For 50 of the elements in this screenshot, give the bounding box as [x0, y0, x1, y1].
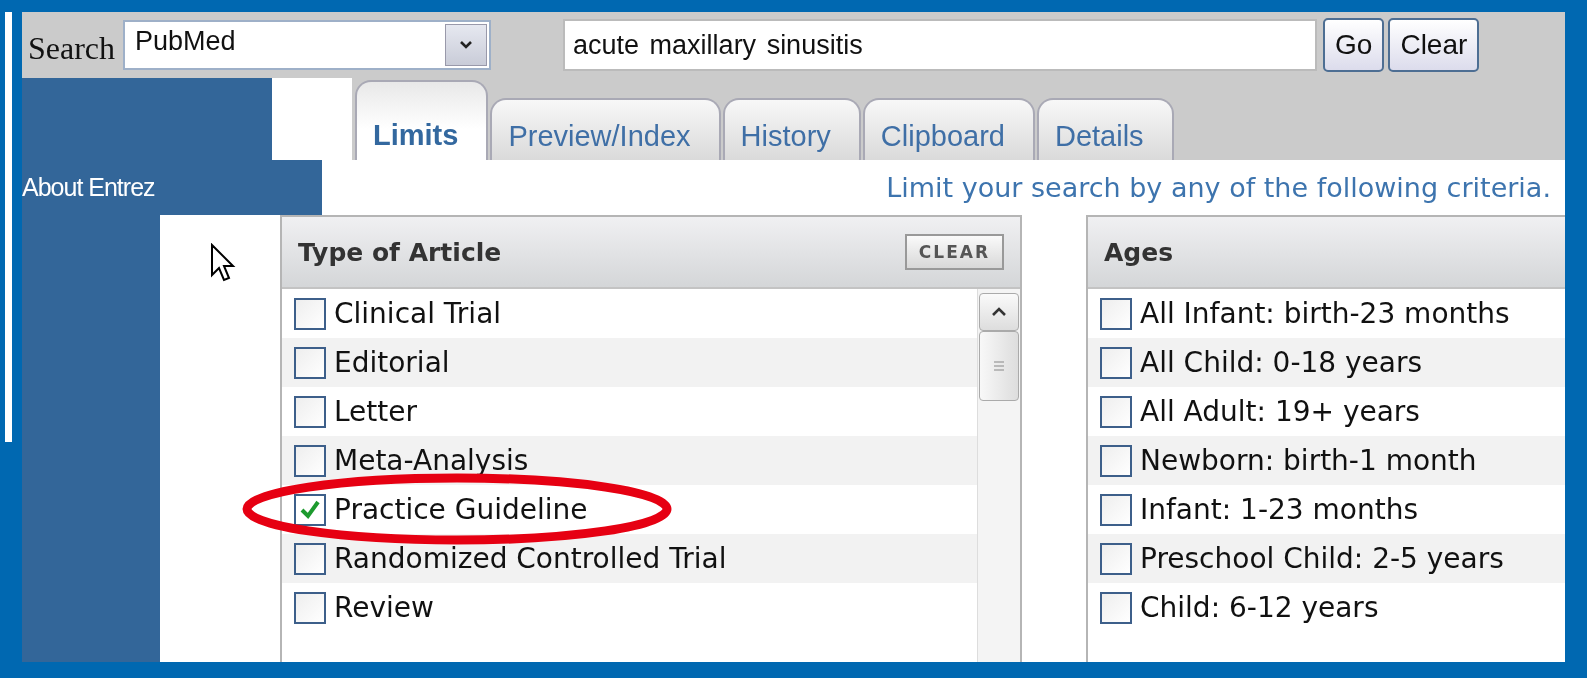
scrollbar[interactable] — [977, 289, 1020, 662]
tab[interactable]: Details — [1036, 98, 1174, 160]
checkbox[interactable] — [1100, 395, 1132, 428]
checkbox[interactable] — [294, 542, 326, 575]
checkbox[interactable] — [1100, 346, 1132, 379]
option-label: Preschool Child: 2-5 years — [1140, 542, 1504, 575]
database-dropdown[interactable]: PubMed — [123, 20, 492, 70]
chevron-down-icon — [459, 40, 474, 50]
option-label: All Adult: 19+ years — [1140, 395, 1420, 428]
option-label: Child: 6-12 years — [1140, 591, 1379, 624]
option-label: Meta-Analysis — [334, 444, 529, 477]
option-label: Practice Guideline — [334, 493, 588, 526]
clear-button[interactable]: CLEAR — [904, 234, 1004, 270]
hint-text: Limit your search by any of the following criteria. — [886, 172, 1551, 203]
option-label: Clinical Trial — [334, 297, 502, 330]
scroll-thumb[interactable] — [979, 331, 1019, 401]
search-field[interactable]: acute maxillary sinusitis — [563, 19, 1318, 71]
option-label: Review — [334, 591, 434, 624]
checkbox[interactable] — [1100, 542, 1132, 575]
search-button[interactable]: Clear — [1388, 18, 1480, 72]
checkbox[interactable] — [294, 493, 326, 526]
checkbox[interactable] — [294, 444, 326, 477]
tab[interactable]: Clipboard — [862, 98, 1035, 160]
option-label: All Child: 0-18 years — [1140, 346, 1423, 379]
tab[interactable]: Preview/Index — [490, 98, 721, 160]
chevron-up-icon — [991, 307, 1007, 317]
option-label: Infant: 1-23 months — [1140, 493, 1418, 526]
checkbox[interactable] — [1100, 444, 1132, 477]
tab[interactable]: Limits — [355, 80, 489, 160]
checkbox[interactable] — [1100, 493, 1132, 526]
checkbox[interactable] — [294, 297, 326, 330]
option-label: Randomized Controlled Trial — [334, 542, 727, 575]
tab[interactable]: History — [722, 98, 861, 160]
scroll-up-button[interactable] — [979, 293, 1019, 331]
option-label: Newborn: birth-1 month — [1140, 444, 1477, 477]
panel-title: Ages — [1104, 237, 1174, 267]
mouse-pointer-icon — [210, 243, 236, 283]
checkbox[interactable] — [294, 395, 326, 428]
checkbox[interactable] — [1100, 591, 1132, 624]
option-label: All Infant: birth-23 months — [1140, 297, 1510, 330]
option-label: Letter — [334, 395, 418, 428]
option-label: Editorial — [334, 346, 450, 379]
panel-title: Type of Article — [298, 237, 502, 267]
search-label: Search — [28, 29, 116, 67]
checkbox[interactable] — [1100, 297, 1132, 330]
search-button[interactable]: Go — [1323, 18, 1385, 72]
grip-icon — [992, 360, 1006, 372]
checkmark-icon — [299, 498, 321, 521]
checkbox[interactable] — [294, 591, 326, 624]
checkbox[interactable] — [294, 346, 326, 379]
